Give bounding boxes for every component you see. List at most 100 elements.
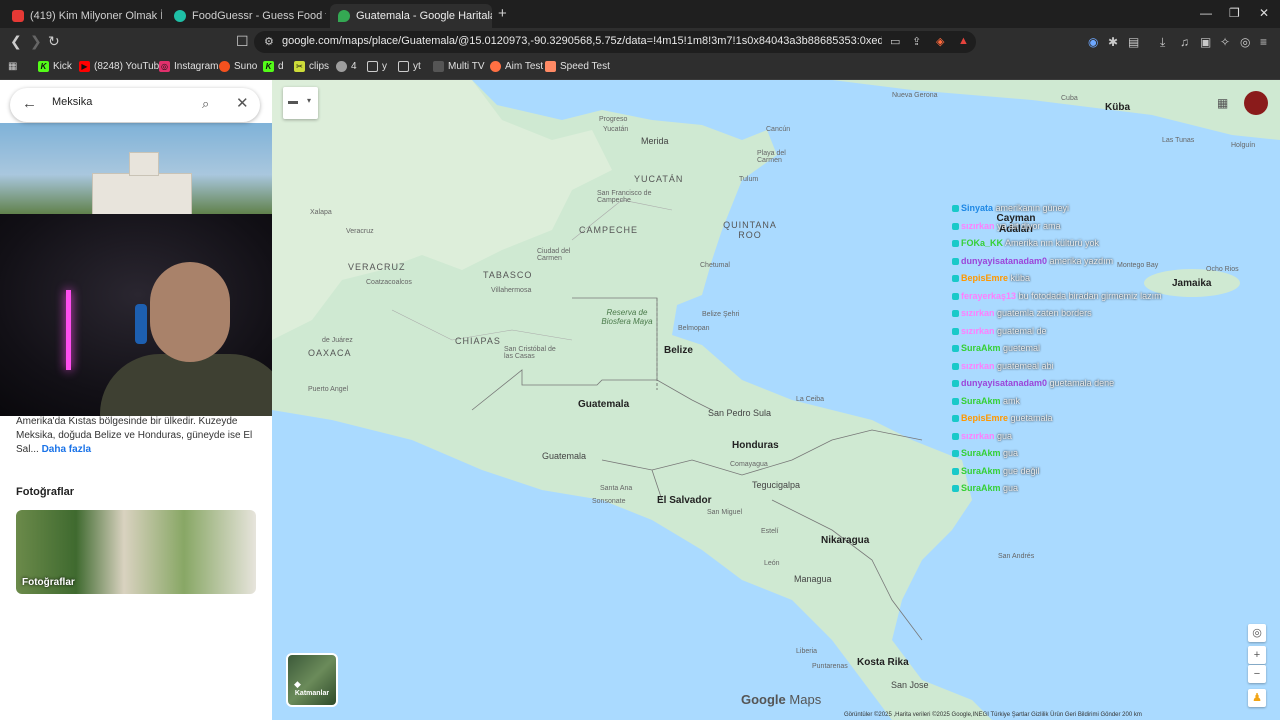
bookmark-icon[interactable]: ☐ [236, 33, 249, 50]
music-icon[interactable]: ♫ [1180, 35, 1189, 49]
vpn-icon[interactable]: ◎ [1240, 35, 1250, 49]
chat-text: amk [1000, 395, 1021, 406]
bookmark-y[interactable]: y [367, 61, 387, 72]
chat-badge-icon [952, 275, 959, 283]
minimize-icon[interactable]: — [1200, 6, 1212, 20]
account-avatar[interactable] [1244, 91, 1268, 115]
search-icon[interactable]: ⌕ [202, 96, 209, 112]
bookmark-multitv[interactable]: Multi TV [433, 61, 485, 72]
bookmark-4[interactable]: 4 [336, 61, 357, 72]
bookmark-kick[interactable]: K Kick [38, 61, 72, 72]
leo-icon[interactable]: ✧ [1220, 35, 1230, 49]
street-view-pegman-icon[interactable]: ♟ [1248, 689, 1266, 707]
photos-heading: Fotoğraflar [16, 486, 75, 498]
maximize-icon[interactable]: ❐ [1229, 6, 1240, 20]
address-bar[interactable]: ⚙ google.com/maps/place/Guatemala/@15.01… [254, 31, 976, 53]
chat-badge-icon [952, 240, 959, 248]
read-more-link[interactable]: Daha fazla [42, 444, 91, 455]
audio-icon[interactable]: ◉ [1088, 35, 1098, 49]
back-arrow-icon[interactable]: ← [22, 95, 37, 112]
bookmark-clips[interactable]: ✂ clips [294, 61, 329, 72]
label-nicaragua: Nikaragua [821, 535, 870, 546]
label-cancun: Cancún [766, 126, 791, 133]
wallet-icon[interactable]: ▣ [1200, 35, 1211, 49]
layers-button[interactable]: ◆ Katmanlar [286, 653, 338, 707]
chat-username: SuraAkm [961, 483, 1001, 493]
bookmark-youtube[interactable]: ▶ (8248) YouTube [79, 61, 165, 72]
streamer-body [100, 354, 290, 416]
chat-message: dunyayisatanadam0 guetamala dene [952, 375, 1212, 393]
forward-icon[interactable]: ❯ [30, 33, 42, 50]
chat-text: guetamala [1008, 413, 1053, 423]
youtube-icon [12, 10, 24, 22]
chat-badge-icon [952, 485, 959, 493]
bookmark-speedtest[interactable]: Speed Test [545, 61, 610, 72]
brave-shield-icon[interactable]: ◈ [936, 35, 944, 48]
my-location-button[interactable]: ◎ [1248, 624, 1266, 642]
search-input[interactable] [52, 96, 192, 108]
label-belmopan: Belmopan [678, 325, 710, 332]
clear-search-icon[interactable]: ✕ [236, 94, 249, 112]
label-la-ceiba: La Ceiba [796, 396, 825, 403]
share-icon[interactable]: ⇪ [912, 35, 921, 48]
label-leon: León [764, 560, 780, 567]
chat-username: sızırkan [961, 220, 995, 231]
chat-text: amerika yazdım [1047, 255, 1114, 266]
url-text: google.com/maps/place/Guatemala/@15.0120… [282, 35, 882, 47]
close-window-icon[interactable]: ✕ [1259, 6, 1269, 20]
label-santa-ana: Santa Ana [600, 485, 633, 492]
reader-icon[interactable]: ▤ [1128, 35, 1139, 49]
label-san-jose: San Jose [891, 680, 929, 690]
label-oaxaca-city: de Juárez [322, 337, 353, 344]
label-playa: Playa del Carmen [757, 150, 786, 164]
reload-icon[interactable]: ↻ [48, 33, 60, 50]
rewards-icon[interactable]: ▲ [958, 35, 969, 47]
back-icon[interactable]: ❮ [10, 33, 22, 50]
place-description: Amerika'da Kıstas bölgesinde bir ülkedir… [16, 416, 253, 455]
tab-foodguessr[interactable]: FoodGuessr - Guess Food from Arou [166, 4, 326, 28]
label-guatemala: Guatemala [578, 399, 630, 410]
download-icon[interactable]: ⤓ [1160, 35, 1165, 50]
input-tools-button[interactable]: ▬ ▾ [283, 87, 318, 119]
chat-text: gua [994, 430, 1013, 441]
bookmark-suno[interactable]: Suno [219, 61, 257, 72]
chat-username: FOKa_KK [961, 238, 1004, 248]
label-san-cristobal: San Cristóbal de las Casas [504, 346, 556, 360]
chevron-down-icon: ▾ [307, 96, 312, 105]
streamer-face [150, 262, 230, 362]
bookmark-aimtest[interactable]: Aim Test [490, 61, 543, 72]
chat-message: FOKa_KK Amerika nın kültürü yok [952, 235, 1212, 253]
chat-badge-icon [952, 467, 959, 475]
photos-thumbnail[interactable]: Fotoğraflar [16, 510, 256, 594]
google-apps-icon[interactable]: ▦ [1217, 96, 1229, 110]
label-tabasco: TABASCO [483, 270, 533, 280]
site-settings-icon[interactable]: ⚙ [264, 35, 274, 48]
new-tab-button[interactable]: + [498, 5, 507, 22]
zoom-out-button[interactable]: − [1248, 665, 1266, 683]
bookmark-d[interactable]: Kd [263, 61, 284, 72]
cast-icon[interactable]: ▭ [890, 35, 900, 48]
label-reserva: Reserva de Biosfera Maya [601, 308, 653, 326]
maps-icon [338, 10, 350, 22]
bookmark-yt[interactable]: yt [398, 61, 421, 72]
label-tegucigalpa: Tegucigalpa [752, 480, 801, 490]
chat-username: SuraAkm [961, 465, 1001, 476]
label-honduras: Honduras [732, 440, 779, 451]
layers-icon: ◆ [294, 679, 301, 689]
bookmark-instagram[interactable]: ◎ Instagram [159, 61, 218, 72]
map-footer: Görüntüler ©2025 ,Harita verileri ©2025 … [844, 712, 1142, 718]
chat-badge-icon [952, 345, 959, 353]
tab-google-maps[interactable]: Guatemala - Google Haritalar ✕ [330, 4, 492, 28]
label-guatemala-city: Guatemala [542, 451, 587, 461]
foodguessr-icon [174, 10, 186, 22]
label-esteli: Estelí [761, 528, 779, 535]
chat-text: ya ait diyor ama [994, 220, 1061, 231]
label-oaxaca: OAXACA [308, 348, 352, 358]
chat-message: SuraAkm guetemal [952, 340, 1212, 358]
apps-grid-icon[interactable]: ▦ [8, 61, 17, 72]
chat-username: sızırkan [961, 360, 995, 371]
extensions-icon[interactable]: ✱ [1108, 35, 1118, 49]
zoom-in-button[interactable]: + [1248, 646, 1266, 664]
tab-youtube[interactable]: (419) Kim Milyoner Olmak İster? 120 [4, 4, 162, 28]
menu-icon[interactable]: ≡ [1260, 35, 1267, 49]
